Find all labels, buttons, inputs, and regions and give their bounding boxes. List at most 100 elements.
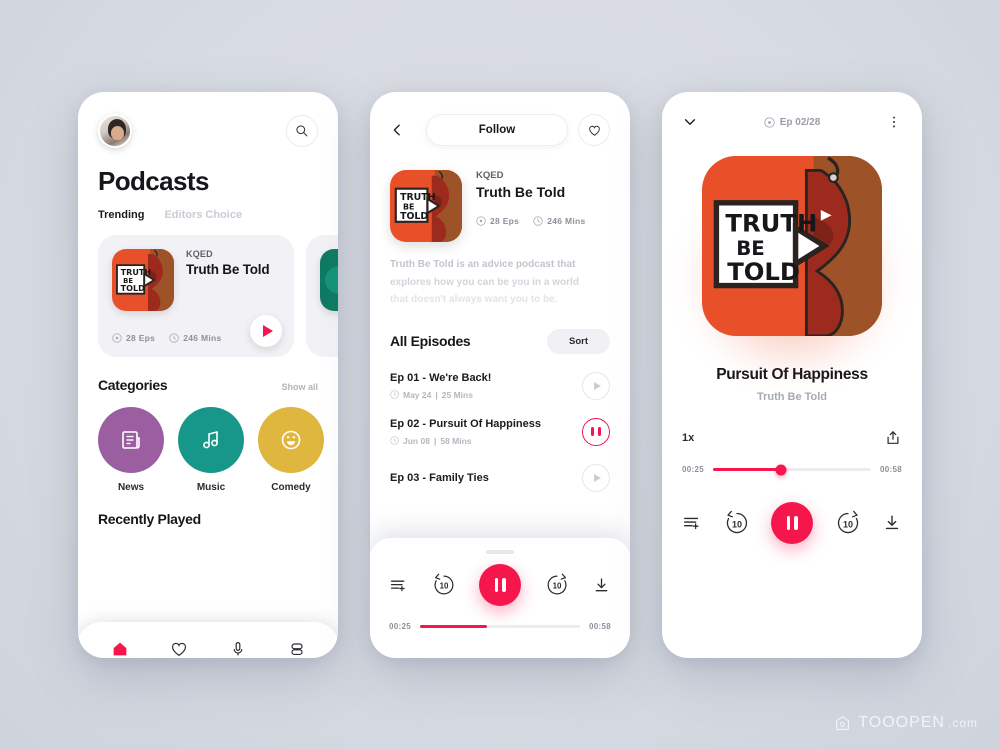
category-circle xyxy=(98,407,164,473)
watermark-text: TOOOPEN xyxy=(858,714,945,731)
more-button[interactable] xyxy=(886,114,902,130)
home-tabs: Trending Editors Choice xyxy=(98,209,318,221)
svg-text:10: 10 xyxy=(439,582,448,591)
svg-text:10: 10 xyxy=(731,520,741,530)
podcast-description: Truth Be Told is an advice podcast that … xyxy=(390,256,610,309)
bottom-tabbar xyxy=(78,622,338,658)
seek-knob[interactable] xyxy=(775,464,787,475)
download-button[interactable] xyxy=(882,513,902,533)
category-item-music[interactable]: Music xyxy=(178,407,244,493)
share-icon xyxy=(887,431,899,444)
seek-bar[interactable] xyxy=(419,625,581,628)
back-button[interactable] xyxy=(390,123,416,137)
download-icon xyxy=(885,515,899,530)
avatar[interactable] xyxy=(98,114,132,148)
podcast-name: Truth Be Told xyxy=(186,262,270,277)
tabbar-item-library[interactable] xyxy=(287,639,307,658)
podcast-card-next[interactable] xyxy=(306,235,338,357)
episode-pause-button[interactable] xyxy=(582,417,610,446)
duration-label: 246 Mins xyxy=(183,333,222,343)
sort-button[interactable]: Sort xyxy=(547,328,610,354)
description-line: Truth Be Told is an advice podcast that xyxy=(390,259,576,270)
tabbar-item-favorites[interactable] xyxy=(169,639,189,658)
svg-text:TRUTH: TRUTH xyxy=(121,268,151,277)
now-playing-subtitle: Truth Be Told xyxy=(756,391,828,403)
playback-speed[interactable]: 1x xyxy=(682,432,694,444)
episodes-icon xyxy=(764,116,775,128)
smiley-icon xyxy=(281,430,301,450)
player-controls: 10 10 xyxy=(389,564,611,606)
episode-row[interactable]: Ep 01 - We're Back! May 24 | 25 Mins xyxy=(390,371,610,400)
episodes-icon xyxy=(112,333,122,343)
podcast-cover: TRUTH BE TOLD xyxy=(112,249,174,311)
category-circle xyxy=(258,407,324,473)
collapse-button[interactable] xyxy=(682,114,698,130)
clock-icon xyxy=(169,333,179,343)
queue-button[interactable] xyxy=(682,513,702,533)
share-button[interactable] xyxy=(884,429,902,447)
episode-row[interactable]: Ep 02 - Pursuit Of Happiness Jun 08 | 58… xyxy=(390,417,610,446)
category-circle xyxy=(178,407,244,473)
rewind-10-button[interactable]: 10 xyxy=(430,571,458,599)
svg-text:TOLD: TOLD xyxy=(400,211,428,222)
mini-player-sheet: 10 10 00:25 00:58 xyxy=(370,538,630,658)
more-vertical-icon xyxy=(893,116,895,128)
album-art: TRUTH BE TOLD xyxy=(702,156,882,336)
download-button[interactable] xyxy=(592,576,611,595)
episode-title: Ep 01 - We're Back! xyxy=(390,371,492,384)
home-icon xyxy=(113,642,126,656)
episode-list: Ep 01 - We're Back! May 24 | 25 Mins Ep … xyxy=(390,371,610,492)
episode-play-button[interactable] xyxy=(582,463,610,492)
forward-10-button[interactable]: 10 xyxy=(833,508,863,538)
episode-length: 58 Mins xyxy=(440,435,472,446)
rewind-10-button[interactable]: 10 xyxy=(722,508,752,538)
pause-button[interactable] xyxy=(771,502,813,544)
episode-length: 25 Mins xyxy=(441,389,473,400)
podcast-name: Truth Be Told xyxy=(476,184,566,200)
news-icon xyxy=(122,431,140,449)
seek-bar-fill xyxy=(419,625,488,628)
episode-subtitle: May 24 | 25 Mins xyxy=(390,390,582,400)
sheet-grabber[interactable] xyxy=(486,550,514,554)
tab-trending[interactable]: Trending xyxy=(98,209,144,221)
seek-bar-row: 00:25 00:58 xyxy=(389,622,611,631)
episode-play-button[interactable] xyxy=(582,371,610,400)
clock-icon xyxy=(390,390,399,399)
search-button[interactable] xyxy=(286,115,318,147)
queue-add-icon xyxy=(684,517,699,530)
category-item-news[interactable]: News xyxy=(98,407,164,493)
episode-subtitle: Jun 08 | 58 Mins xyxy=(390,436,582,446)
total-time: 00:58 xyxy=(589,622,611,631)
episode-row[interactable]: Ep 03 - Family Ties xyxy=(390,463,610,492)
show-all-link[interactable]: Show all xyxy=(281,382,318,392)
episode-counter: Ep 02/28 xyxy=(764,116,821,128)
play-button[interactable] xyxy=(250,315,282,347)
follow-button[interactable]: Follow xyxy=(426,114,568,146)
podcast-detail: TRUTH BE TOLD KQED Truth Be Told 28 Eps xyxy=(390,170,610,242)
detail-header: Follow xyxy=(390,114,610,146)
tabbar-item-mic[interactable] xyxy=(228,639,248,658)
podcast-publisher: KQED xyxy=(186,249,213,259)
like-button[interactable] xyxy=(578,114,610,146)
featured-carousel[interactable]: TRUTH BE TOLD KQED Truth Be Told 28 Eps … xyxy=(98,235,338,357)
category-label: Music xyxy=(196,482,226,493)
search-icon xyxy=(296,125,308,137)
phone-screen-home: Podcasts Trending Editors Choice TRUTH B… xyxy=(78,92,338,658)
seek-bar-fill xyxy=(712,468,781,471)
category-label: News xyxy=(117,482,145,493)
forward-10-button[interactable]: 10 xyxy=(543,571,571,599)
svg-text:TOLD: TOLD xyxy=(727,257,800,286)
episodes-header: All Episodes Sort xyxy=(390,328,610,354)
watermark-suffix: .com xyxy=(947,716,978,730)
seek-bar-row: 00:25 00:58 xyxy=(682,464,902,475)
tab-editors-choice[interactable]: Editors Choice xyxy=(164,209,242,221)
seek-bar[interactable] xyxy=(712,464,872,475)
queue-button[interactable] xyxy=(389,576,408,595)
episode-counter-label: Ep 02/28 xyxy=(779,116,821,128)
category-item-comedy[interactable]: Comedy xyxy=(258,407,324,493)
pause-button[interactable] xyxy=(479,564,521,606)
heart-icon xyxy=(171,642,186,657)
tabbar-item-home[interactable] xyxy=(110,639,130,658)
episode-title: Ep 03 - Family Ties xyxy=(390,471,489,484)
podcast-card[interactable]: TRUTH BE TOLD KQED Truth Be Told 28 Eps … xyxy=(98,235,294,357)
